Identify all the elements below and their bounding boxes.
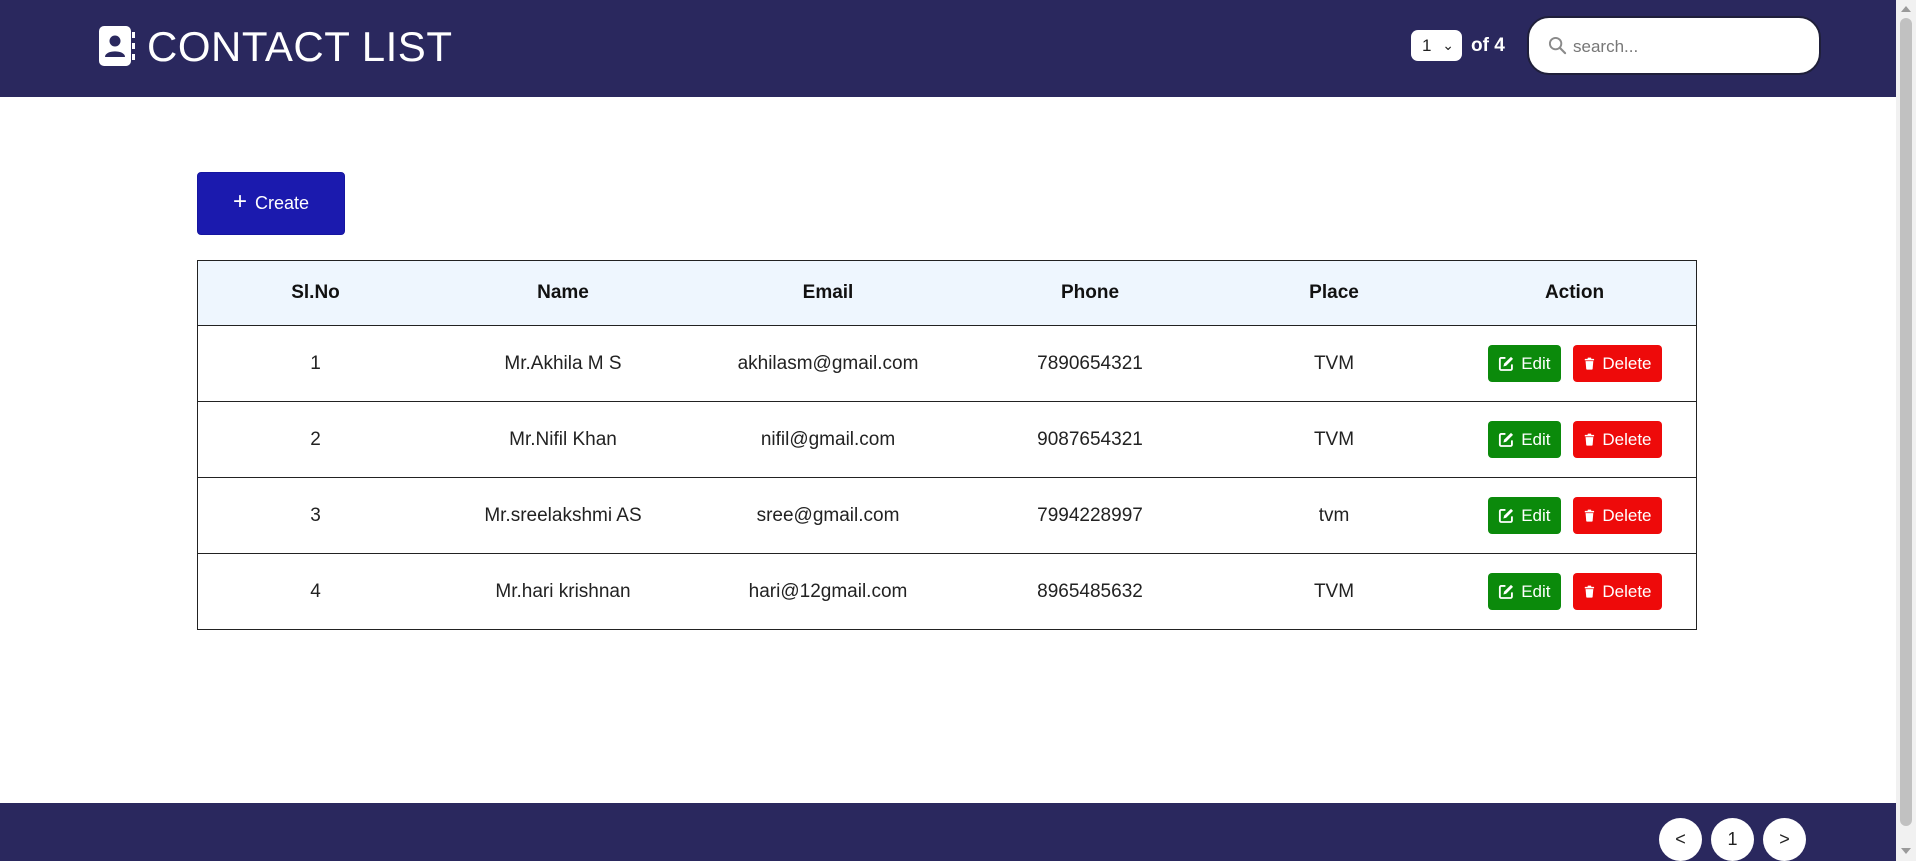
column-header-phone: Phone — [964, 260, 1216, 326]
vertical-scrollbar[interactable] — [1896, 0, 1916, 861]
delete-button-label: Delete — [1602, 353, 1652, 373]
scroll-up-arrow-icon[interactable] — [1901, 6, 1911, 12]
delete-button-label: Delete — [1602, 581, 1652, 601]
create-button[interactable]: + Create — [197, 172, 345, 235]
cell-email: akhilasm@gmail.com — [692, 325, 964, 402]
page-title: CONTACT LIST — [147, 23, 453, 70]
cell-slno: 2 — [197, 401, 434, 478]
pagination-page-1[interactable]: 1 — [1711, 818, 1754, 861]
delete-button[interactable]: Delete — [1572, 345, 1662, 382]
cell-slno: 1 — [197, 325, 434, 402]
edit-button-label: Edit — [1521, 429, 1551, 449]
delete-button-label: Delete — [1602, 429, 1652, 449]
cell-place: tvm — [1216, 477, 1452, 554]
trash-icon — [1584, 433, 1594, 446]
edit-button-label: Edit — [1521, 581, 1551, 601]
table-row: 1 Mr.Akhila M S akhilasm@gmail.com 78906… — [197, 325, 1697, 402]
column-header-name: Name — [434, 260, 692, 326]
page-select[interactable]: 1 ⌄ — [1411, 30, 1462, 61]
cell-name: Mr.Akhila M S — [434, 325, 692, 402]
column-header-place: Place — [1216, 260, 1452, 326]
edit-icon — [1498, 432, 1513, 447]
scrollbar-thumb[interactable] — [1900, 18, 1912, 826]
footer-bar — [0, 803, 1896, 861]
trash-icon — [1584, 509, 1594, 522]
cell-name: Mr.sreelakshmi AS — [434, 477, 692, 554]
cell-slno: 3 — [197, 477, 434, 554]
cell-slno: 4 — [197, 553, 434, 630]
cell-name: Mr.hari krishnan — [434, 553, 692, 630]
plus-icon: + — [232, 188, 247, 215]
cell-phone: 7890654321 — [964, 325, 1216, 402]
search-icon — [1548, 36, 1567, 55]
contact-book-icon — [99, 26, 135, 66]
cell-action: Edit Delete — [1452, 401, 1697, 478]
edit-button-label: Edit — [1521, 353, 1551, 373]
edit-icon — [1498, 508, 1513, 523]
cell-name: Mr.Nifil Khan — [434, 401, 692, 478]
cell-email: nifil@gmail.com — [692, 401, 964, 478]
cell-action: Edit Delete — [1452, 553, 1697, 630]
edit-button[interactable]: Edit — [1487, 497, 1561, 534]
cell-place: TVM — [1216, 401, 1452, 478]
column-header-action: Action — [1452, 260, 1697, 326]
cell-place: TVM — [1216, 325, 1452, 402]
delete-button[interactable]: Delete — [1572, 421, 1662, 458]
scroll-down-arrow-icon[interactable] — [1901, 848, 1911, 854]
delete-button[interactable]: Delete — [1572, 573, 1662, 610]
pagination-next-button[interactable]: > — [1763, 818, 1806, 861]
table-row: 2 Mr.Nifil Khan nifil@gmail.com 90876543… — [197, 401, 1697, 478]
cell-phone: 9087654321 — [964, 401, 1216, 478]
chevron-down-icon: ⌄ — [1442, 37, 1454, 53]
column-header-email: Email — [692, 260, 964, 326]
create-button-label: Create — [254, 193, 310, 213]
cell-phone: 7994228997 — [964, 477, 1216, 554]
edit-icon — [1498, 584, 1513, 599]
cell-action: Edit Delete — [1452, 477, 1697, 554]
cell-action: Edit Delete — [1452, 325, 1697, 402]
cell-email: sree@gmail.com — [692, 477, 964, 554]
page-total-label: of 4 — [1471, 35, 1505, 56]
search-input[interactable] — [1571, 30, 1805, 63]
column-header-slno: Sl.No — [197, 260, 434, 326]
cell-place: TVM — [1216, 553, 1452, 630]
contacts-table: Sl.No Name Email Phone Place Action 1 Mr… — [197, 260, 1697, 630]
edit-button[interactable]: Edit — [1487, 345, 1561, 382]
delete-button-label: Delete — [1602, 505, 1652, 525]
delete-button[interactable]: Delete — [1572, 497, 1662, 534]
cell-email: hari@12gmail.com — [692, 553, 964, 630]
edit-icon — [1498, 356, 1513, 371]
trash-icon — [1584, 585, 1594, 598]
pagination-prev-button[interactable]: < — [1659, 818, 1702, 861]
edit-button[interactable]: Edit — [1487, 573, 1561, 610]
table-row: 3 Mr.sreelakshmi AS sree@gmail.com 79942… — [197, 477, 1697, 554]
edit-button[interactable]: Edit — [1487, 421, 1561, 458]
table-header-row: Sl.No Name Email Phone Place Action — [197, 260, 1697, 326]
search-box[interactable] — [1527, 16, 1821, 75]
page-select-value: 1 — [1422, 36, 1432, 55]
top-header: CONTACT LIST 1 ⌄ of 4 — [0, 0, 1896, 97]
trash-icon — [1584, 357, 1594, 370]
edit-button-label: Edit — [1521, 505, 1551, 525]
table-row: 4 Mr.hari krishnan hari@12gmail.com 8965… — [197, 553, 1697, 630]
cell-phone: 8965485632 — [964, 553, 1216, 630]
